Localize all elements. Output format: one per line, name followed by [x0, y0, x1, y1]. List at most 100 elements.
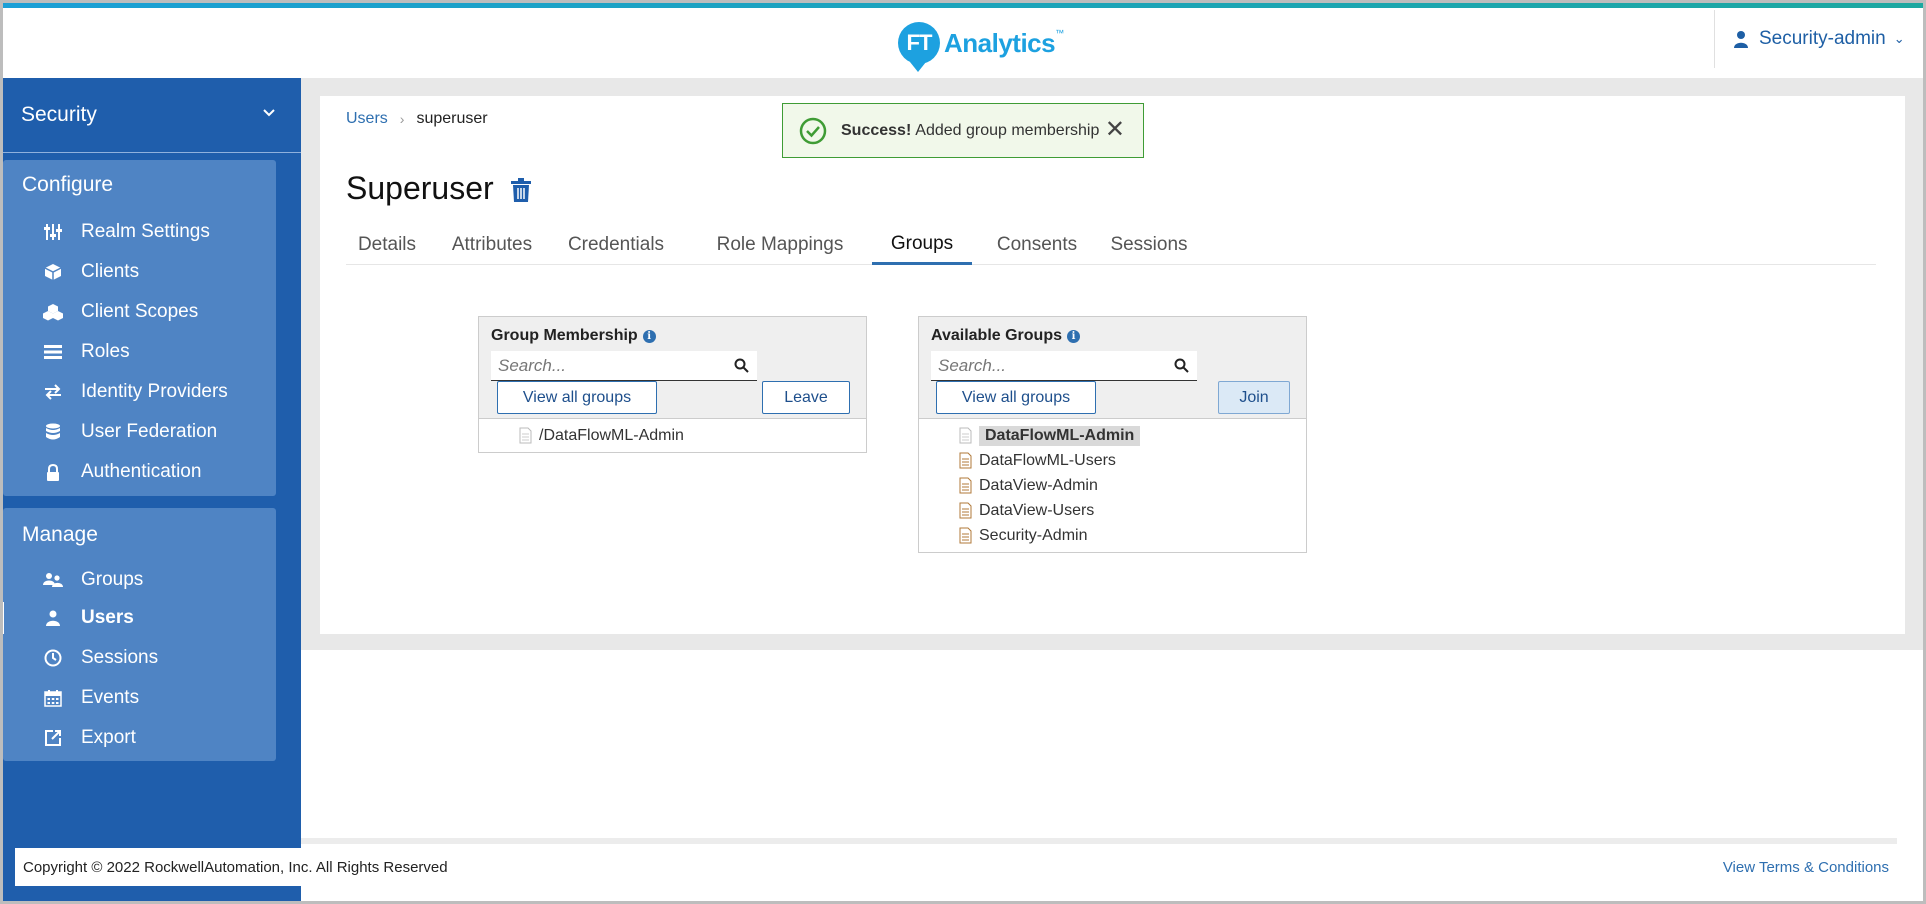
sidebar-item-label: Export — [81, 727, 136, 748]
panel-title-text: Available Groups — [931, 327, 1062, 344]
tree-item-label: Security-Admin — [979, 526, 1088, 544]
file-icon — [959, 502, 972, 519]
view-all-groups-button[interactable]: View all groups — [497, 381, 657, 414]
breadcrumb-separator-icon: › — [399, 111, 405, 127]
file-icon — [959, 527, 972, 544]
sidebar-item-label: Clients — [81, 261, 140, 282]
file-icon — [959, 452, 972, 469]
close-icon[interactable]: ✕ — [1105, 118, 1125, 142]
sidebar-item-user-federation[interactable]: User Federation — [3, 414, 276, 450]
sidebar-item-label: Events — [81, 687, 140, 708]
tab-consents[interactable]: Consents — [982, 225, 1092, 265]
sidebar-item-realm-settings[interactable]: Realm Settings — [3, 214, 276, 250]
sidebar-item-label: Roles — [81, 341, 130, 362]
logo-trademark: ™ — [1055, 28, 1065, 38]
footer: Copyright © 2022 RockwellAutomation, Inc… — [15, 848, 1897, 886]
tree-item-label: DataFlowML-Admin — [979, 425, 1141, 446]
app-header: FT Analytics ™ Security-admin ⌄ — [0, 8, 1926, 78]
export-icon — [42, 727, 64, 749]
app-logo[interactable]: FT Analytics ™ — [898, 18, 1065, 72]
sidebar-item-client-scopes[interactable]: Client Scopes — [3, 294, 276, 330]
available-search-input[interactable] — [931, 355, 1161, 376]
search-icon[interactable] — [1174, 358, 1189, 373]
tree-item[interactable]: DataView-Admin — [919, 473, 1306, 498]
membership-tree: /DataFlowML-Admin — [479, 419, 866, 452]
tree-item[interactable]: Security-Admin — [919, 523, 1306, 548]
footer-divider — [301, 838, 1897, 844]
view-all-groups-button[interactable]: View all groups — [936, 381, 1096, 414]
chevron-down-icon — [263, 104, 275, 120]
available-groups-panel: Available Groups i View all groups Join … — [918, 316, 1307, 553]
panel-title: Available Groups i — [931, 327, 1080, 345]
group-membership-panel: Group Membership i View all groups Leave… — [478, 316, 867, 453]
breadcrumb-current: superuser — [416, 110, 488, 127]
tab-sessions[interactable]: Sessions — [1102, 225, 1196, 265]
trash-icon[interactable] — [510, 178, 532, 203]
realm-selector[interactable]: Security — [0, 78, 301, 153]
panel-title: Group Membership i — [491, 327, 656, 345]
check-circle-icon — [799, 117, 827, 144]
join-button[interactable]: Join — [1218, 381, 1290, 414]
file-icon — [959, 427, 972, 444]
sidebar-item-label: Groups — [81, 569, 144, 590]
sidebar-item-groups[interactable]: Groups — [3, 562, 276, 598]
tree-item[interactable]: DataView-Users — [919, 498, 1306, 523]
info-icon[interactable]: i — [1067, 329, 1080, 343]
sidebar-item-label: Authentication — [81, 461, 202, 482]
info-icon[interactable]: i — [642, 329, 656, 343]
copyright-text: Copyright © 2022 RockwellAutomation, Inc… — [23, 858, 448, 876]
logo-text: Analytics — [944, 27, 1056, 58]
tab-role-mappings[interactable]: Role Mappings — [710, 225, 850, 265]
available-search — [931, 351, 1197, 381]
sidebar-item-events[interactable]: Events — [3, 680, 276, 716]
leave-button[interactable]: Leave — [762, 381, 850, 414]
terms-link[interactable]: View Terms & Conditions — [1723, 859, 1889, 876]
calendar-icon — [42, 687, 64, 709]
nav-group-configure: Configure Realm Settings Clients Client … — [3, 160, 276, 496]
tab-groups[interactable]: Groups — [872, 225, 972, 265]
search-icon[interactable] — [734, 358, 749, 373]
cube-icon — [42, 261, 64, 283]
list-icon — [42, 341, 64, 363]
file-icon — [519, 427, 532, 444]
tree-item[interactable]: /DataFlowML-Admin — [479, 423, 866, 448]
membership-search-input[interactable] — [491, 355, 721, 376]
top-accent-stripe — [0, 0, 1926, 8]
user-tabs: Details Attributes Credentials Role Mapp… — [346, 225, 1876, 265]
file-icon — [959, 477, 972, 494]
sidebar-item-export[interactable]: Export — [3, 720, 276, 756]
user-icon — [42, 607, 64, 629]
user-menu-label: Security-admin — [1759, 28, 1886, 49]
tree-item[interactable]: DataFlowML-Users — [919, 448, 1306, 473]
sidebar-item-label: User Federation — [81, 421, 218, 442]
sidebar-item-users[interactable]: Users — [0, 600, 276, 636]
sidebar-item-sessions[interactable]: Sessions — [3, 640, 276, 676]
tree-item-label: DataView-Users — [979, 501, 1095, 519]
sidebar-item-label: Realm Settings — [81, 221, 210, 242]
tree-item[interactable]: DataFlowML-Admin — [919, 423, 1306, 448]
sidebar-item-label: Identity Providers — [81, 381, 228, 402]
user-icon — [1734, 31, 1748, 48]
lock-icon — [42, 461, 64, 483]
tab-credentials[interactable]: Credentials — [556, 225, 676, 265]
panel-header: Group Membership i View all groups Leave — [479, 317, 866, 419]
realm-name: Security — [21, 103, 97, 126]
panel-title-text: Group Membership — [491, 327, 638, 344]
tree-item-label: /DataFlowML-Admin — [539, 426, 684, 444]
cubes-icon — [42, 301, 64, 323]
users-icon — [42, 569, 64, 591]
sidebar-item-clients[interactable]: Clients — [3, 254, 276, 290]
sidebar: Security Configure Realm Settings Client… — [0, 78, 301, 904]
user-menu[interactable]: Security-admin ⌄ — [1714, 10, 1926, 68]
tab-details[interactable]: Details — [346, 225, 428, 265]
sidebar-item-label: Client Scopes — [81, 301, 199, 322]
tree-item-label: DataView-Admin — [979, 476, 1098, 494]
sidebar-item-authentication[interactable]: Authentication — [3, 454, 276, 490]
tab-attributes[interactable]: Attributes — [436, 225, 548, 265]
nav-group-manage: Manage Groups Users Sessions Events Expo… — [0, 508, 276, 761]
membership-search — [491, 351, 757, 381]
logo-badge: FT — [898, 22, 940, 72]
sidebar-item-identity-providers[interactable]: Identity Providers — [3, 374, 276, 410]
sidebar-item-roles[interactable]: Roles — [3, 334, 276, 370]
breadcrumb-users-link[interactable]: Users — [346, 110, 388, 128]
